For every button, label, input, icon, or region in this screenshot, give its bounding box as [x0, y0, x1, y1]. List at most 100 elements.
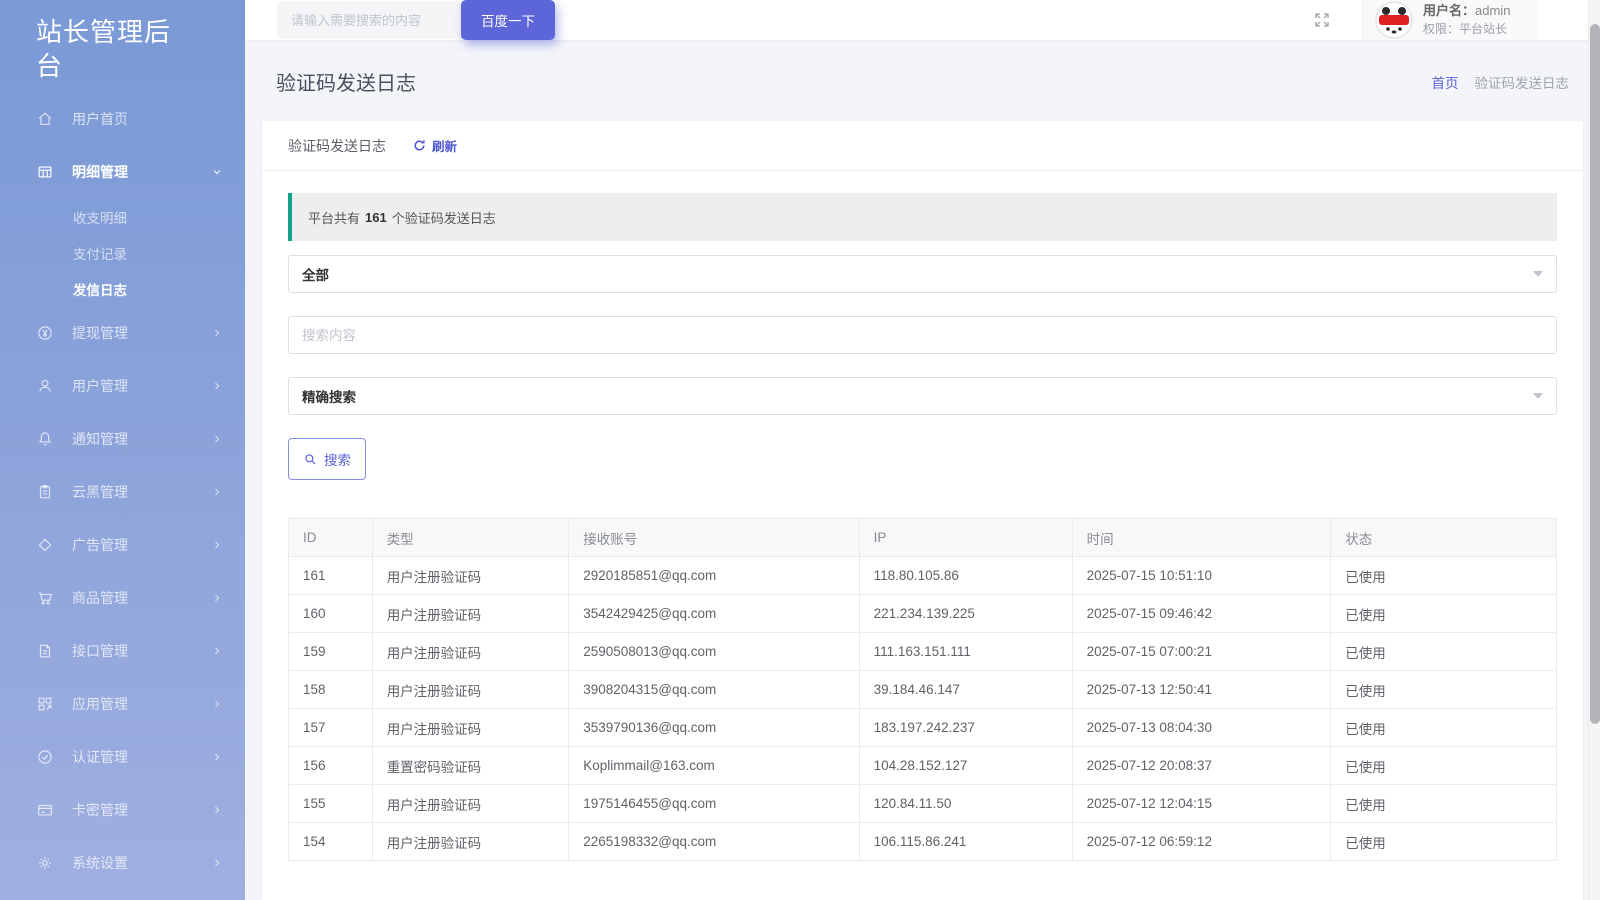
exact-search-select[interactable]: 精确搜索 — [288, 377, 1557, 415]
chevron-down-icon — [1533, 393, 1543, 399]
search-button[interactable]: 搜索 — [288, 438, 366, 480]
table-row: 155用户注册验证码1975146455@qq.com120.84.11.502… — [289, 785, 1557, 823]
chevron-right-icon — [211, 539, 223, 551]
sidebar-item-label: 商品管理 — [72, 588, 128, 608]
cell-id: 154 — [289, 823, 373, 861]
cell-time: 2025-07-12 20:08:37 — [1072, 747, 1331, 785]
sidebar-item-withdraw-mgmt[interactable]: 提现管理 — [0, 307, 245, 360]
cell-ip: 104.28.152.127 — [859, 747, 1072, 785]
sidebar-item-label: 用户首页 — [72, 109, 128, 129]
sidebar-item-app-mgmt[interactable]: 应用管理 — [0, 678, 245, 731]
sidebar-item-label: 用户管理 — [72, 376, 128, 396]
sidebar-subitem-payment-records[interactable]: 支付记录 — [0, 235, 245, 271]
table-row: 161用户注册验证码2920185851@qq.com118.80.105.86… — [289, 557, 1557, 595]
page-title: 验证码发送日志 — [276, 67, 416, 96]
cell-time: 2025-07-13 08:04:30 — [1072, 709, 1331, 747]
cell-ip: 39.184.46.147 — [859, 671, 1072, 709]
total-count-alert: 平台共有 161 个验证码发送日志 — [288, 193, 1557, 241]
cell-status: 已使用 — [1331, 671, 1557, 709]
search-icon — [303, 452, 318, 467]
sidebar-item-goods-mgmt[interactable]: 商品管理 — [0, 572, 245, 625]
chevron-right-icon — [211, 857, 223, 869]
check-circle-icon — [36, 748, 54, 766]
page-head: 验证码发送日志 首页 验证码发送日志 — [262, 40, 1583, 121]
sidebar-item-detail-mgmt[interactable]: 明细管理 — [0, 146, 245, 199]
table-row: 160用户注册验证码3542429425@qq.com221.234.139.2… — [289, 595, 1557, 633]
breadcrumb-home-link[interactable]: 首页 — [1432, 72, 1459, 92]
alert-prefix: 平台共有 — [308, 208, 360, 227]
sidebar-item-user-mgmt[interactable]: 用户管理 — [0, 360, 245, 413]
type-select[interactable]: 全部 — [288, 255, 1557, 293]
table-row: 157用户注册验证码3539790136@qq.com183.197.242.2… — [289, 709, 1557, 747]
cell-id: 160 — [289, 595, 373, 633]
sidebar-item-label: 接口管理 — [72, 641, 128, 661]
user-menu[interactable]: 用户名：admin 权限：平台站长 — [1362, 0, 1538, 40]
sidebar-item-cardkey-mgmt[interactable]: 卡密管理 — [0, 784, 245, 837]
sidebar-item-auth-mgmt[interactable]: 认证管理 — [0, 731, 245, 784]
cell-id: 161 — [289, 557, 373, 595]
sidebar-item-user-home[interactable]: 用户首页 — [0, 93, 245, 146]
refresh-button[interactable]: 刷新 — [412, 136, 457, 155]
avatar — [1375, 1, 1413, 39]
cell-ip: 120.84.11.50 — [859, 785, 1072, 823]
topbar-right: 用户名：admin 权限：平台站长 — [1312, 0, 1600, 40]
cell-id: 155 — [289, 785, 373, 823]
baidu-search-input[interactable] — [277, 1, 463, 39]
chevron-right-icon — [211, 486, 223, 498]
alert-suffix: 个验证码发送日志 — [392, 208, 496, 227]
cell-ip: 111.163.151.111 — [859, 633, 1072, 671]
main-area: 百度一下 用户名：admin 权限：平台站长 验证码发送日志 首页 验证码发送日 — [245, 0, 1600, 900]
cell-account: 2920185851@qq.com — [569, 557, 859, 595]
sidebar-item-system-settings[interactable]: 系统设置 — [0, 837, 245, 890]
baidu-search-button[interactable]: 百度一下 — [461, 0, 555, 40]
exact-select-value: 精确搜索 — [302, 386, 356, 406]
col-time: 时间 — [1072, 519, 1331, 557]
role-value: 平台站长 — [1459, 22, 1507, 36]
sidebar-item-api-mgmt[interactable]: 接口管理 — [0, 625, 245, 678]
file-icon — [36, 642, 54, 660]
subitem-label: 发信日志 — [73, 279, 127, 299]
sidebar-item-ad-mgmt[interactable]: 广告管理 — [0, 519, 245, 572]
cell-status: 已使用 — [1331, 747, 1557, 785]
refresh-label: 刷新 — [432, 136, 457, 155]
sidebar-item-label: 通知管理 — [72, 429, 128, 449]
cell-account: 1975146455@qq.com — [569, 785, 859, 823]
cell-type: 用户注册验证码 — [372, 557, 569, 595]
cell-id: 159 — [289, 633, 373, 671]
cell-account: Koplimmail@163.com — [569, 747, 859, 785]
bell-icon — [36, 430, 54, 448]
sidebar-item-cloudblack-mgmt[interactable]: 云黑管理 — [0, 466, 245, 519]
tab-send-log[interactable]: 验证码发送日志 — [288, 136, 386, 156]
col-account: 接收账号 — [569, 519, 859, 557]
cell-time: 2025-07-13 12:50:41 — [1072, 671, 1331, 709]
sidebar-item-label: 认证管理 — [72, 747, 128, 767]
chevron-right-icon — [211, 592, 223, 604]
vertical-scrollbar[interactable] — [1588, 0, 1600, 900]
table-header-row: ID 类型 接收账号 IP 时间 状态 — [289, 519, 1557, 557]
chevron-right-icon — [211, 804, 223, 816]
chevron-right-icon — [211, 698, 223, 710]
keyword-search-input[interactable] — [288, 316, 1557, 354]
sidebar-subitem-income-detail[interactable]: 收支明细 — [0, 199, 245, 235]
chevron-right-icon — [211, 751, 223, 763]
table-row: 159用户注册验证码2590508013@qq.com111.163.151.1… — [289, 633, 1557, 671]
card-body: 平台共有 161 个验证码发送日志 全部 精确搜索 — [262, 171, 1583, 861]
breadcrumb-current: 验证码发送日志 — [1475, 72, 1570, 92]
sidebar-item-label: 应用管理 — [72, 694, 128, 714]
table-grid-icon — [36, 163, 54, 181]
fullscreen-icon[interactable] — [1312, 10, 1332, 30]
user-icon — [36, 377, 54, 395]
yen-circle-icon — [36, 324, 54, 342]
topbar-search-group: 百度一下 — [277, 0, 555, 40]
cell-time: 2025-07-12 12:04:15 — [1072, 785, 1331, 823]
col-type: 类型 — [372, 519, 569, 557]
app-window: 站长管理后台 用户首页 明细管理 收支明细 支付记录 发信日志 提现管理 用 — [0, 0, 1600, 900]
sidebar-item-notice-mgmt[interactable]: 通知管理 — [0, 413, 245, 466]
cell-ip: 183.197.242.237 — [859, 709, 1072, 747]
sidebar-subitem-send-log[interactable]: 发信日志 — [0, 271, 245, 307]
send-log-table: ID 类型 接收账号 IP 时间 状态 161用户注册验证码2920185851… — [288, 518, 1557, 861]
card-icon — [36, 801, 54, 819]
cell-type: 重置密码验证码 — [372, 747, 569, 785]
apps-icon — [36, 695, 54, 713]
scrollbar-thumb[interactable] — [1590, 24, 1600, 724]
